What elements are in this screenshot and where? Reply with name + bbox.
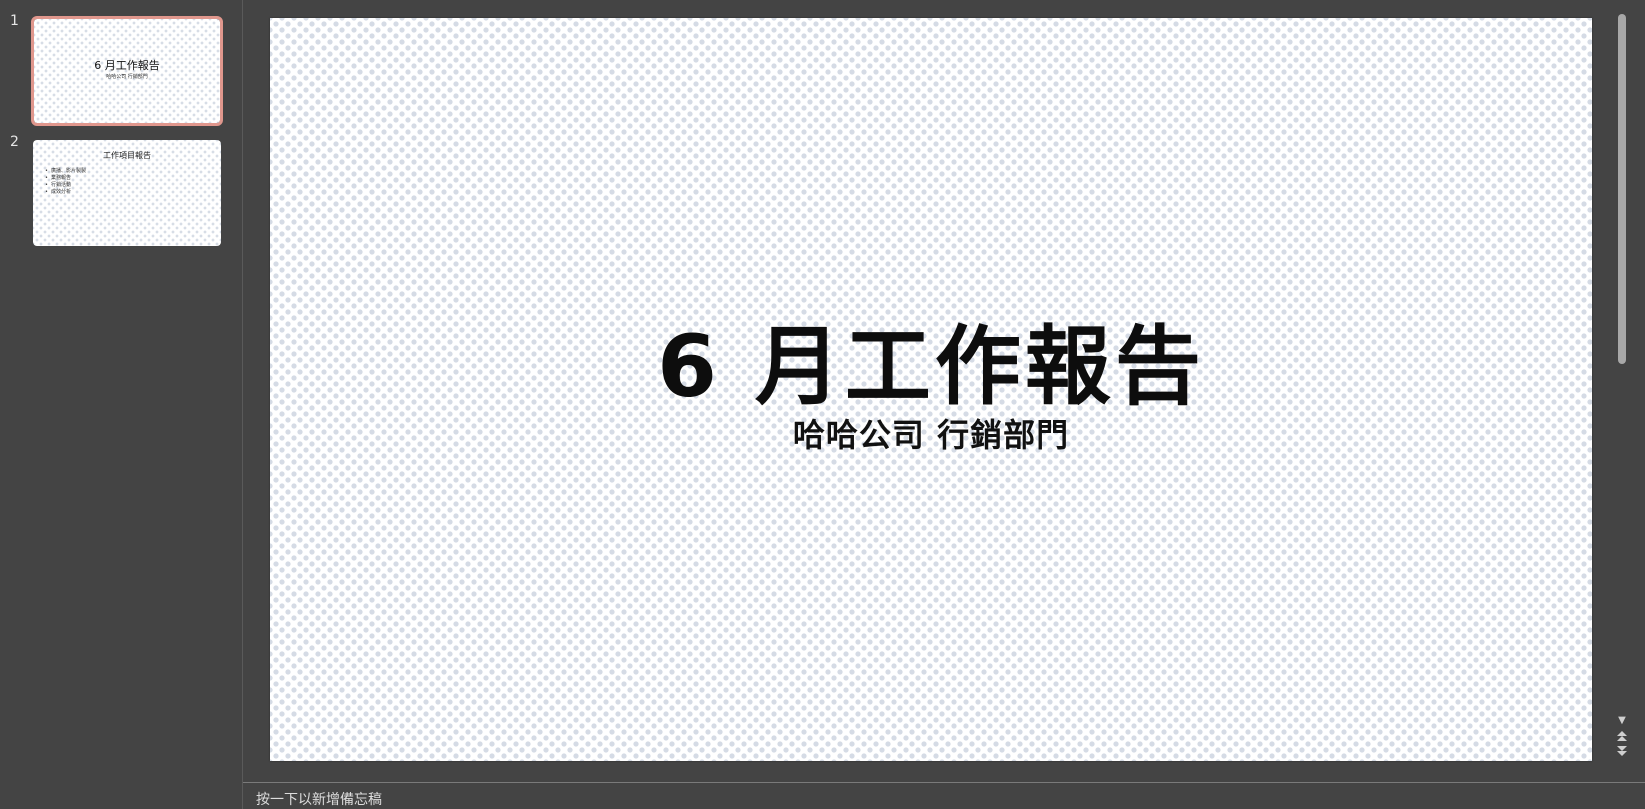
thumbnail-bullet-list: 廣播、影片製製 業務報告 行銷活動 成效分析: [45, 168, 86, 196]
double-up-icon-graphic: [1617, 731, 1627, 741]
pane-divider[interactable]: [242, 0, 243, 809]
thumbnail-subtitle: 哈哈公司 行銷部門: [106, 74, 148, 80]
notes-placeholder: 按一下以新增備忘稿: [256, 792, 382, 808]
notes-pane[interactable]: 按一下以新增備忘稿: [243, 783, 1645, 809]
double-up-icon[interactable]: [1616, 731, 1628, 746]
thumbnail-title: 工作項目報告: [103, 151, 151, 160]
thumbnail-bullet: 業務報告: [45, 175, 86, 182]
double-down-icon-graphic: [1617, 746, 1627, 756]
slide-thumbnail-pane[interactable]: 1 6 月工作報告 哈哈公司 行銷部門 2 工作項目報告 廣播、影片製製 業務報…: [0, 0, 242, 809]
thumbnail-title: 6 月工作報告: [94, 59, 160, 72]
slide-thumbnail-2[interactable]: 工作項目報告 廣播、影片製製 業務報告 行銷活動 成效分析: [33, 140, 221, 246]
triangle-down-icon[interactable]: ▼: [1616, 716, 1628, 726]
thumbnail-number-2: 2: [10, 134, 19, 150]
slide-canvas[interactable]: 6 月工作報告 哈哈公司 行銷部門: [270, 18, 1592, 761]
thumbnail-bullet: 成效分析: [45, 189, 86, 196]
double-down-icon[interactable]: [1616, 745, 1628, 760]
thumbnail-background: 6 月工作報告 哈哈公司 行銷部門: [34, 19, 220, 123]
slide-subtitle[interactable]: 哈哈公司 行銷部門: [270, 410, 1592, 456]
thumbnail-bullet: 行銷活動: [45, 182, 86, 189]
slide-title[interactable]: 6 月工作報告: [270, 296, 1592, 421]
thumbnail-background: 工作項目報告 廣播、影片製製 業務報告 行銷活動 成效分析: [33, 140, 221, 246]
thumbnail-bullet: 廣播、影片製製: [45, 168, 86, 175]
slide-thumbnail-1[interactable]: 6 月工作報告 哈哈公司 行銷部門: [31, 16, 223, 126]
thumbnail-number-1: 1: [10, 13, 19, 29]
scrollbar-thumb[interactable]: [1618, 14, 1626, 364]
presentation-editor: 1 6 月工作報告 哈哈公司 行銷部門 2 工作項目報告 廣播、影片製製 業務報…: [0, 0, 1645, 809]
